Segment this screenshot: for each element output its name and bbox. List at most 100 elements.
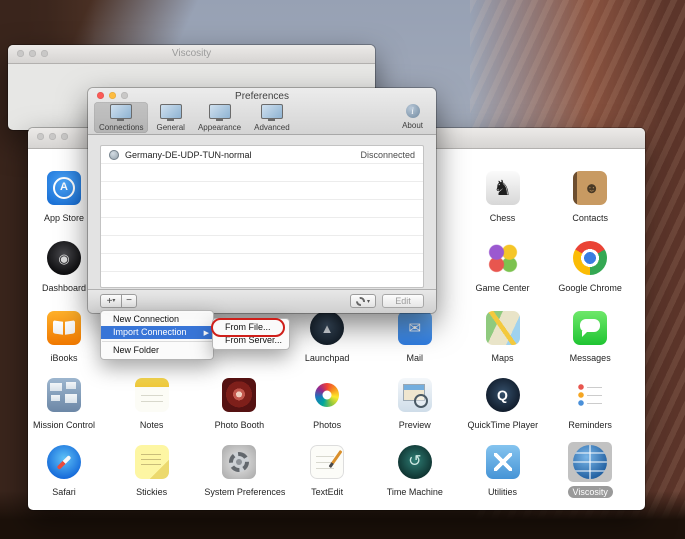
icon-glyph: A [53,177,75,199]
app-label: TextEdit [306,486,348,498]
app-notes[interactable]: Notes [112,375,192,433]
minimize-button-icon[interactable] [49,133,56,140]
app-contacts[interactable]: ☻Contacts [550,168,630,226]
app-messages[interactable]: Messages [550,308,630,366]
app-label: Chess [485,212,521,224]
app-label: Notes [135,419,169,431]
reminders-icon [573,378,607,412]
connection-name: Germany-DE-UDP-TUN-normal [125,150,354,160]
app-chess[interactable]: ♞ Chess [463,168,543,226]
app-photos[interactable]: Photos [287,375,367,433]
app-icon-wrap [217,375,261,415]
prefs-tab-advanced[interactable]: Advanced [249,102,295,133]
app-google-chrome[interactable]: Google Chrome [550,238,630,296]
app-label: Dashboard [37,282,91,294]
launchpad-icon: ▲ [310,311,344,345]
tab-label: Appearance [198,123,241,132]
app-label: Mail [402,352,429,364]
ibooks-icon [47,311,81,345]
close-button-icon[interactable] [17,50,24,57]
close-button-icon[interactable] [37,133,44,140]
prefs-tab-appearance[interactable]: Appearance [193,102,246,133]
connection-list[interactable]: Germany-DE-UDP-TUN-normalDisconnected [100,145,424,288]
chevron-down-icon: ▾ [367,298,370,305]
add-remove-segmented-control: +▾ − [100,294,137,308]
icon-glyph: ◉ [58,252,69,265]
app-label: Game Center [470,282,534,294]
app-label: Maps [486,352,518,364]
icon-glyph: ☻ [584,181,600,196]
app-ibooks[interactable]: iBooks [24,308,104,366]
app-reminders[interactable]: Reminders [550,375,630,433]
actions-button[interactable]: ▾ [350,294,376,308]
app-game-center[interactable]: Game Center [463,238,543,296]
zoom-button-icon[interactable] [121,92,128,99]
viscosity-icon [573,445,607,479]
app-label: Viscosity [568,486,613,498]
messages-icon [573,311,607,345]
window-controls [37,133,68,140]
prefs-toolbar: ConnectionsGeneral Appearance Advanced i A… [94,102,428,133]
minimize-button-icon[interactable] [109,92,116,99]
minimize-button-icon[interactable] [29,50,36,57]
add-connection-button[interactable]: +▾ [100,294,122,308]
prefs-tab-about[interactable]: i About [397,102,428,131]
app-safari[interactable]: Safari [24,442,104,500]
app-quicktime-player[interactable]: Q QuickTime Player [463,375,543,433]
app-viscosity[interactable]: Viscosity [550,442,630,500]
app-mission-control[interactable]: Mission Control [24,375,104,433]
connection-row[interactable]: Germany-DE-UDP-TUN-normalDisconnected [101,146,423,164]
close-button-icon[interactable] [97,92,104,99]
chess-icon: ♞ [486,171,520,205]
edit-button[interactable]: Edit [382,294,424,308]
app-icon-wrap: ✉ [393,308,437,348]
menu-separator [102,341,212,342]
maps-icon [486,311,520,345]
app-icon-wrap [568,375,612,415]
preview-icon [398,378,432,412]
app-icon-wrap [217,442,261,482]
viscosity-titlebar: Viscosity [8,45,375,64]
menu-item-new-folder[interactable]: New Folder [101,344,213,357]
app-maps[interactable]: Maps [463,308,543,366]
app-icon-wrap: Q [481,375,525,415]
app-stickies[interactable]: Stickies [112,442,192,500]
app-preview[interactable]: Preview [375,375,455,433]
tab-label: Advanced [254,123,290,132]
submenu-item-from-server[interactable]: From Server... [213,334,289,347]
app-label: QuickTime Player [463,419,544,431]
preferences-window[interactable]: Preferences ConnectionsGeneralAppearance… [88,88,436,313]
menu-item-import-connection[interactable]: Import Connection▶ [101,326,213,339]
zoom-button-icon[interactable] [41,50,48,57]
zoom-button-icon[interactable] [61,133,68,140]
prefs-tab-connections[interactable]: Connections [94,102,148,133]
quicktime-player-icon: Q [486,378,520,412]
app-label: Photo Booth [210,419,270,431]
app-label: iBooks [45,352,82,364]
app-time-machine[interactable]: ↺ Time Machine [375,442,455,500]
context-menu: New ConnectionImport Connection▶ New Fold… [100,310,214,360]
app-utilities[interactable]: Utilities [463,442,543,500]
app-system-preferences[interactable]: System Preferences [199,442,279,500]
app-mail[interactable]: ✉ Mail [375,308,455,366]
app-icon-wrap [130,442,174,482]
menu-item-new-connection[interactable]: New Connection [101,313,213,326]
app-icon-wrap: ◉ [42,238,86,278]
app-icon-wrap [481,442,525,482]
app-label: Google Chrome [553,282,627,294]
app-photo-booth[interactable]: Photo Booth [199,375,279,433]
app-icon-wrap: ♞ [481,168,525,208]
contacts-icon: ☻ [573,171,607,205]
window-controls [17,50,48,57]
remove-connection-button[interactable]: − [121,294,137,308]
app-icon-wrap: ↺ [393,442,437,482]
app-label: Time Machine [382,486,448,498]
app-icon-wrap [568,442,612,482]
app-label: Photos [308,419,346,431]
app-label: System Preferences [199,486,290,498]
window-title: Viscosity [8,45,375,63]
submenu-item-from-file[interactable]: From File... [213,321,289,334]
prefs-tab-general[interactable]: General [151,102,189,133]
app-textedit[interactable]: TextEdit [287,442,367,500]
app-launchpad[interactable]: ▲Launchpad [287,308,367,366]
